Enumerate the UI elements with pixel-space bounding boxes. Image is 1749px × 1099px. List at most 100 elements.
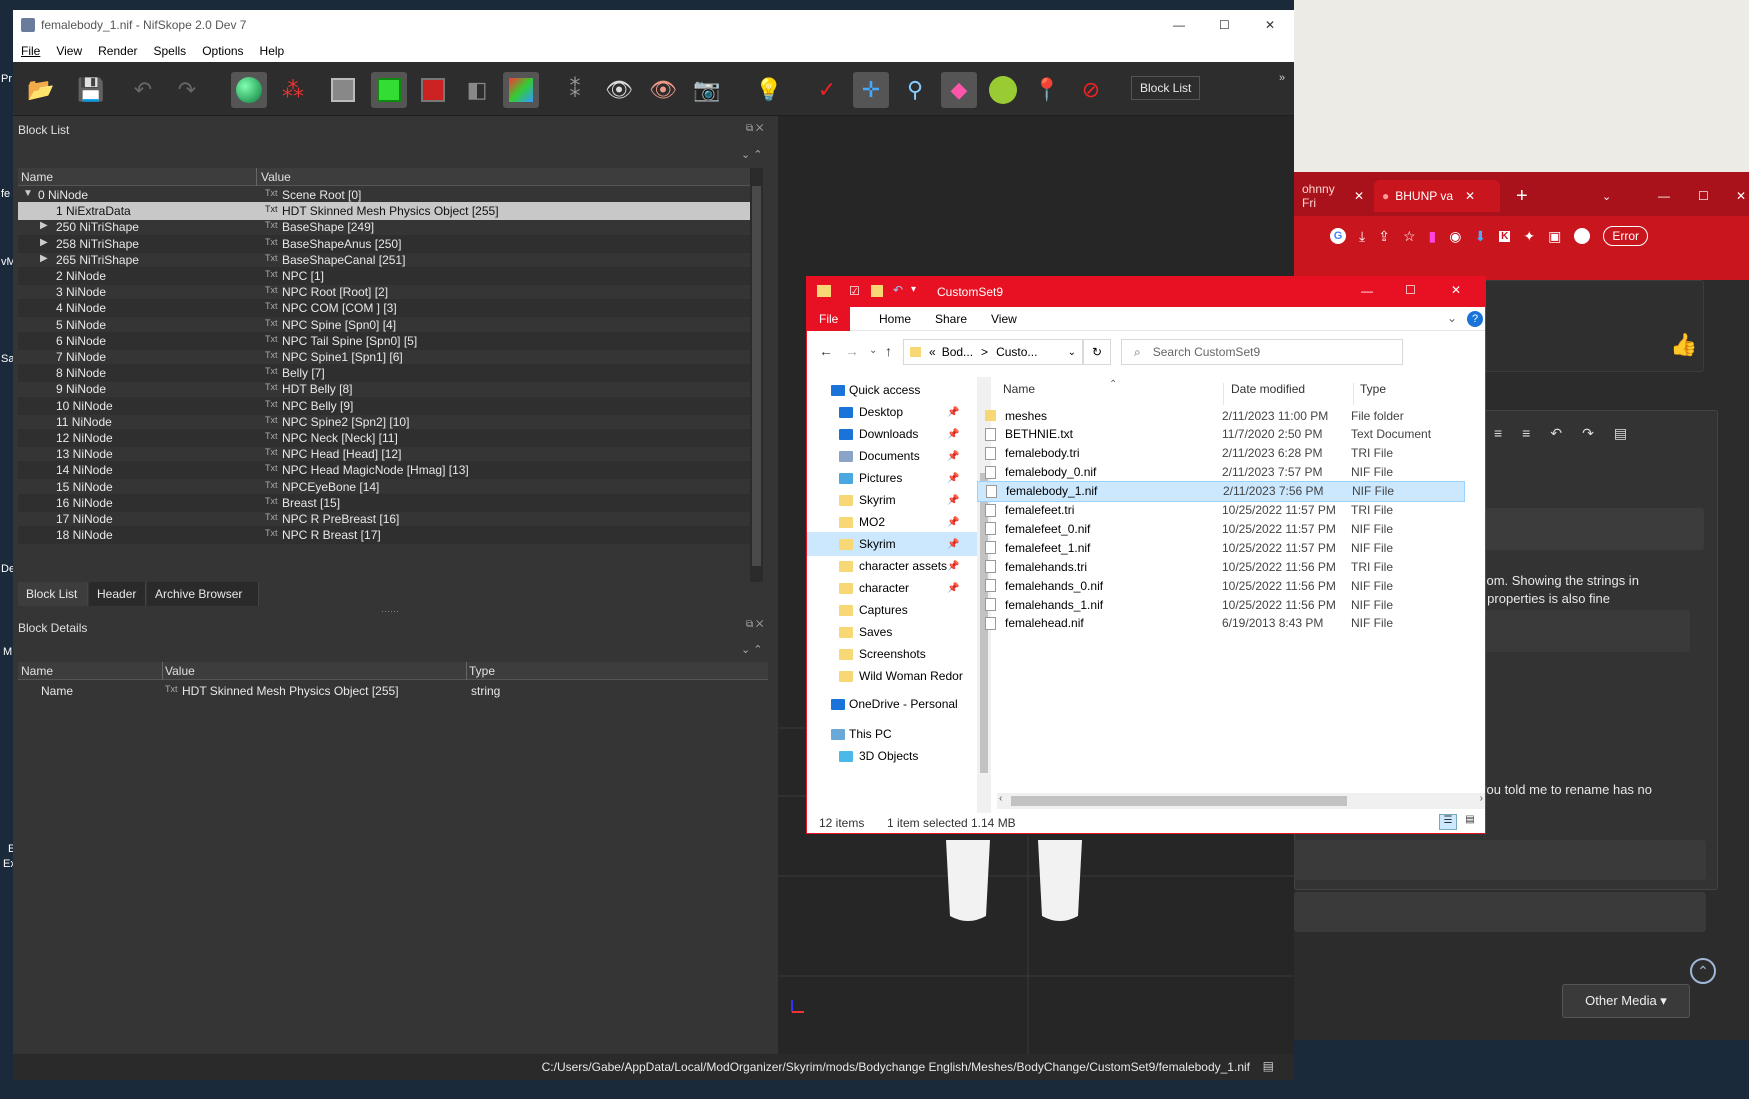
desktop-label[interactable]: fe xyxy=(1,188,10,200)
details-value[interactable]: HDT Skinned Mesh Physics Object [255] xyxy=(182,684,399,698)
help-icon[interactable]: ? xyxy=(1467,311,1483,327)
share-icon[interactable]: ⇪ xyxy=(1378,228,1390,245)
file-row[interactable]: BETHNIE.txt 11/7/2020 2:50 PM Text Documen… xyxy=(977,424,1465,445)
file-row[interactable]: femalebody_0.nif 2/11/2023 7:57 PM NIF Fil… xyxy=(977,462,1465,483)
file-row[interactable]: femalebody_1.nif 2/11/2023 7:56 PM NIF Fil… xyxy=(977,480,1465,502)
expand-arrow-icon[interactable]: ▶ xyxy=(40,253,48,264)
tree-row[interactable]: 18 NiNode Txt NPC R Breast [17] xyxy=(18,526,756,545)
file-row[interactable]: femalehead.nif 6/19/2013 8:43 PM NIF File xyxy=(977,613,1465,634)
extension-icon[interactable]: ▮ xyxy=(1429,228,1437,245)
cube-gray-icon[interactable] xyxy=(325,72,361,108)
file-row[interactable]: femalebody.tri 2/11/2023 6:28 PM TRI File xyxy=(977,443,1465,464)
properties-icon[interactable]: ☑ xyxy=(849,284,860,298)
undo-icon[interactable]: ↶ xyxy=(125,72,161,108)
menu-file[interactable]: File xyxy=(13,44,48,58)
chrome-tab-active[interactable]: ● BHUNP va ✕ xyxy=(1374,180,1500,212)
ribbon-file[interactable]: File xyxy=(807,307,851,331)
redo-icon[interactable]: ↷ xyxy=(1582,425,1594,442)
breadcrumb-item[interactable]: Bod... xyxy=(942,345,973,359)
column-name[interactable]: Name xyxy=(21,170,53,184)
chevron-down-icon[interactable]: ⌄ xyxy=(1594,180,1619,212)
vertex-icon[interactable]: ✓ xyxy=(809,72,845,108)
new-folder-icon[interactable] xyxy=(871,285,883,297)
install-icon[interactable]: ⤓ xyxy=(1359,228,1365,245)
collapse-expand-icons[interactable]: ⌄ ⌃ xyxy=(741,643,763,656)
scrollbar[interactable] xyxy=(750,168,763,582)
details-view-icon[interactable]: ☰ xyxy=(1439,814,1457,830)
close-icon[interactable]: ✕ xyxy=(1451,283,1461,297)
star-icon[interactable]: ☆ xyxy=(1403,228,1416,245)
breadcrumb-overflow[interactable]: « xyxy=(929,345,936,359)
recent-icon[interactable]: ⌄ xyxy=(869,345,877,356)
avatar[interactable] xyxy=(1574,228,1591,244)
error-button[interactable]: Error xyxy=(1603,226,1649,246)
chevron-down-icon[interactable]: ⌄ xyxy=(1068,347,1076,358)
extension-icon[interactable]: ◉ xyxy=(1449,228,1461,245)
align-center-icon[interactable]: ≡ xyxy=(1494,425,1502,442)
file-row[interactable]: femalefeet_1.nif 10/25/2022 11:57 PM NIF F… xyxy=(977,537,1465,558)
menu-render[interactable]: Render xyxy=(90,44,145,58)
nodes-icon[interactable]: ⁂ xyxy=(275,72,311,108)
constraint-icon[interactable]: ◆ xyxy=(941,72,977,108)
redo-icon[interactable]: ↷ xyxy=(169,72,205,108)
search-input[interactable]: Search CustomSet9 xyxy=(1153,345,1260,359)
ribbon-view[interactable]: View xyxy=(979,307,1029,331)
details-row[interactable]: Name Txt HDT Skinned Mesh Physics Object… xyxy=(18,682,768,700)
scroll-top-icon[interactable]: ⌃ xyxy=(1690,958,1716,984)
maximize-icon[interactable]: ☐ xyxy=(1690,180,1717,212)
file-row[interactable]: femalehands_0.nif 10/25/2022 11:56 PM NIF … xyxy=(977,575,1465,596)
ribbon-home[interactable]: Home xyxy=(867,307,923,331)
refresh-icon[interactable]: ↻ xyxy=(1083,339,1111,365)
marker-icon[interactable]: 📍 xyxy=(1029,72,1065,108)
menu-help[interactable]: Help xyxy=(252,44,293,58)
desktop-label[interactable]: Pr xyxy=(1,73,12,85)
scrollbar-thumb[interactable] xyxy=(752,186,761,566)
maximize-icon[interactable]: ☐ xyxy=(1219,18,1230,32)
collapse-arrow-icon[interactable]: ▼ xyxy=(23,188,33,199)
minimize-icon[interactable]: — xyxy=(1650,180,1678,212)
scroll-right-icon[interactable]: › xyxy=(1480,793,1483,804)
close-icon[interactable]: ✕ xyxy=(1728,180,1749,212)
other-media-button[interactable]: Other Media ▾ xyxy=(1562,984,1690,1018)
document-icon[interactable]: ▤ xyxy=(1614,425,1627,442)
camera-icon[interactable]: 📷 xyxy=(689,72,725,108)
half-cube-icon[interactable]: ◧ xyxy=(459,72,495,108)
undo-icon[interactable]: ↶ xyxy=(893,283,903,297)
expand-arrow-icon[interactable]: ▶ xyxy=(40,220,48,231)
scrollbar-thumb[interactable] xyxy=(1011,796,1347,806)
column-name[interactable]: Name xyxy=(1003,377,1035,401)
thumbs-up-icon[interactable]: 👍 xyxy=(1670,332,1697,358)
tiles-view-icon[interactable]: ▤ xyxy=(1461,814,1479,830)
close-icon[interactable]: ✕ xyxy=(1354,189,1364,203)
minimize-icon[interactable]: — xyxy=(1173,18,1185,32)
column-date[interactable]: Date modified xyxy=(1231,377,1305,401)
hide-icon[interactable]: ⊘ xyxy=(1073,72,1109,108)
block-list-button[interactable]: Block List xyxy=(1131,76,1201,100)
file-row[interactable]: femalehands_1.nif 10/25/2022 11:56 PM NIF … xyxy=(977,594,1465,615)
chevron-down-icon[interactable]: ▾ xyxy=(911,284,916,295)
back-icon[interactable]: ← xyxy=(819,343,833,359)
horizontal-scrollbar[interactable]: ‹ › xyxy=(997,793,1485,809)
forward-icon[interactable]: → xyxy=(845,343,859,359)
eye-icon[interactable]: 👁 xyxy=(601,72,637,108)
nav-item[interactable]: Quick access xyxy=(807,378,977,402)
column-name[interactable]: Name xyxy=(21,664,53,678)
file-row[interactable]: femalefeet_0.nif 10/25/2022 11:57 PM NIF F… xyxy=(977,518,1465,539)
splitter-handle[interactable]: ⋯⋯ xyxy=(381,606,399,617)
close-icon[interactable]: ✕ xyxy=(1465,189,1475,203)
cube-color-icon[interactable] xyxy=(503,72,539,108)
axes-icon[interactable]: ✛ xyxy=(853,72,889,108)
file-row[interactable]: femalehands.tri 10/25/2022 11:56 PM TRI Fi… xyxy=(977,556,1465,577)
chevron-down-icon[interactable]: ⌄ xyxy=(1447,311,1457,325)
collapse-expand-icons[interactable]: ⌄ ⌃ xyxy=(741,148,763,161)
column-value[interactable]: Value xyxy=(165,664,195,678)
desktop-label[interactable]: M xyxy=(3,646,12,658)
breadcrumb[interactable]: « Bod... > Custo... ⌄ xyxy=(903,339,1083,365)
extension-icon[interactable]: K xyxy=(1499,230,1511,242)
scroll-left-icon[interactable]: ‹ xyxy=(999,793,1002,804)
expand-arrow-icon[interactable]: ▶ xyxy=(40,237,48,248)
close-icon[interactable]: ✕ xyxy=(1265,18,1275,32)
save-icon[interactable]: 💾 xyxy=(73,72,109,108)
breadcrumb-item[interactable]: Custo... xyxy=(996,345,1037,359)
cube-green-icon[interactable] xyxy=(371,72,407,108)
